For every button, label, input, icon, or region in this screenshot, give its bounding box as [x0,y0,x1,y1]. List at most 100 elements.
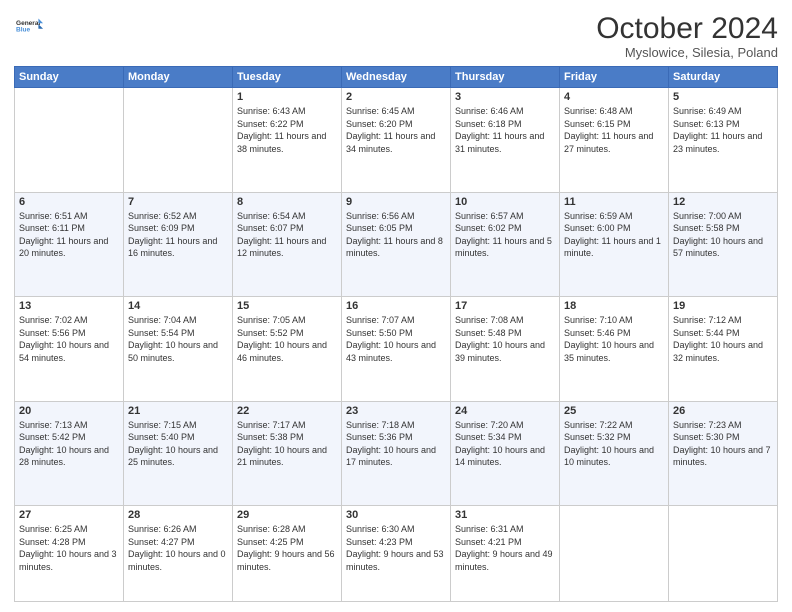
sunrise-text: Sunrise: 6:31 AM [455,523,555,536]
table-row: 25Sunrise: 7:22 AMSunset: 5:32 PMDayligh… [560,401,669,506]
table-row: 17Sunrise: 7:08 AMSunset: 5:48 PMDayligh… [451,297,560,402]
sunrise-text: Sunrise: 6:26 AM [128,523,228,536]
daylight-text: Daylight: 10 hours and 0 minutes. [128,548,228,573]
sunset-text: Sunset: 5:54 PM [128,327,228,340]
table-row: 27Sunrise: 6:25 AMSunset: 4:28 PMDayligh… [15,506,124,602]
sunset-text: Sunset: 5:36 PM [346,431,446,444]
sunrise-text: Sunrise: 6:28 AM [237,523,337,536]
day-number: 24 [455,405,555,417]
daylight-text: Daylight: 10 hours and 28 minutes. [19,444,119,469]
day-number: 11 [564,196,664,208]
day-number: 19 [673,300,773,312]
day-number: 31 [455,509,555,521]
table-row: 15 Sunrise: 7:05 AMSunset: 5:52 PMDayligh… [233,297,342,402]
table-row: 26Sunrise: 7:23 AMSunset: 5:30 PMDayligh… [669,401,778,506]
sunrise-text: Sunrise: 6:43 AM [237,105,337,118]
daylight-text: Daylight: 10 hours and 21 minutes. [237,444,337,469]
day-number: 17 [455,300,555,312]
sunset-text: Sunset: 4:21 PM [455,536,555,549]
day-number: 26 [673,405,773,417]
calendar-row: 6Sunrise: 6:51 AMSunset: 6:11 PMDaylight… [15,192,778,297]
day-number: 8 [237,196,337,208]
day-number: 1 [237,91,337,103]
sunrise-text: Sunrise: 7:05 AM [237,314,337,327]
sunset-text: Sunset: 5:46 PM [564,327,664,340]
daylight-text: Daylight: 11 hours and 8 minutes. [346,235,446,260]
header-thursday: Thursday [451,67,560,88]
table-row: 7Sunrise: 6:52 AMSunset: 6:09 PMDaylight… [124,192,233,297]
table-row: 3Sunrise: 6:46 AMSunset: 6:18 PMDaylight… [451,88,560,193]
day-number: 4 [564,91,664,103]
day-number: 30 [346,509,446,521]
table-row: 12Sunrise: 7:00 AMSunset: 5:58 PMDayligh… [669,192,778,297]
day-number: 12 [673,196,773,208]
svg-text:Blue: Blue [16,27,30,34]
daylight-text: Daylight: 10 hours and 46 minutes. [237,339,337,364]
daylight-text: Daylight: 9 hours and 53 minutes. [346,548,446,573]
sunrise-text: Sunrise: 6:57 AM [455,210,555,223]
sunrise-text: Sunrise: 6:46 AM [455,105,555,118]
day-number: 6 [19,196,119,208]
daylight-text: Daylight: 11 hours and 16 minutes. [128,235,228,260]
sunset-text: Sunset: 6:09 PM [128,222,228,235]
day-number: 5 [673,91,773,103]
sunset-text: Sunset: 5:52 PM [237,327,337,340]
sunset-text: Sunset: 6:15 PM [564,118,664,131]
table-row: 29Sunrise: 6:28 AMSunset: 4:25 PMDayligh… [233,506,342,602]
sunset-text: Sunset: 5:42 PM [19,431,119,444]
header-saturday: Saturday [669,67,778,88]
table-row: 16Sunrise: 7:07 AMSunset: 5:50 PMDayligh… [342,297,451,402]
sunrise-text: Sunrise: 7:15 AM [128,419,228,432]
sunset-text: Sunset: 6:07 PM [237,222,337,235]
table-row: 31Sunrise: 6:31 AMSunset: 4:21 PMDayligh… [451,506,560,602]
sunset-text: Sunset: 5:32 PM [564,431,664,444]
day-number: 15 [237,300,337,312]
table-row: 6Sunrise: 6:51 AMSunset: 6:11 PMDaylight… [15,192,124,297]
daylight-text: Daylight: 10 hours and 17 minutes. [346,444,446,469]
daylight-text: Daylight: 10 hours and 3 minutes. [19,548,119,573]
header-friday: Friday [560,67,669,88]
daylight-text: Daylight: 11 hours and 31 minutes. [455,130,555,155]
sunrise-text: Sunrise: 6:56 AM [346,210,446,223]
title-block: October 2024 Myslowice, Silesia, Poland [596,12,778,60]
daylight-text: Daylight: 11 hours and 23 minutes. [673,130,773,155]
daylight-text: Daylight: 10 hours and 57 minutes. [673,235,773,260]
sunset-text: Sunset: 5:38 PM [237,431,337,444]
table-row: 22Sunrise: 7:17 AMSunset: 5:38 PMDayligh… [233,401,342,506]
weekday-header-row: Sunday Monday Tuesday Wednesday Thursday… [15,67,778,88]
daylight-text: Daylight: 10 hours and 43 minutes. [346,339,446,364]
logo-icon: GeneralBlue [16,12,44,40]
table-row: 24Sunrise: 7:20 AMSunset: 5:34 PMDayligh… [451,401,560,506]
table-row: 8Sunrise: 6:54 AMSunset: 6:07 PMDaylight… [233,192,342,297]
day-number: 23 [346,405,446,417]
calendar-row: 13Sunrise: 7:02 AMSunset: 5:56 PMDayligh… [15,297,778,402]
header-sunday: Sunday [15,67,124,88]
sunrise-text: Sunrise: 7:18 AM [346,419,446,432]
calendar-subtitle: Myslowice, Silesia, Poland [596,45,778,60]
table-row: 19Sunrise: 7:12 AMSunset: 5:44 PMDayligh… [669,297,778,402]
sunrise-text: Sunrise: 6:30 AM [346,523,446,536]
daylight-text: Daylight: 10 hours and 10 minutes. [564,444,664,469]
sunrise-text: Sunrise: 7:08 AM [455,314,555,327]
table-row: 14Sunrise: 7:04 AMSunset: 5:54 PMDayligh… [124,297,233,402]
sunset-text: Sunset: 6:13 PM [673,118,773,131]
sunrise-text: Sunrise: 7:04 AM [128,314,228,327]
day-number: 18 [564,300,664,312]
day-number: 29 [237,509,337,521]
daylight-text: Daylight: 10 hours and 14 minutes. [455,444,555,469]
sunset-text: Sunset: 5:44 PM [673,327,773,340]
sunset-text: Sunset: 4:25 PM [237,536,337,549]
sunrise-text: Sunrise: 7:23 AM [673,419,773,432]
sunset-text: Sunset: 6:00 PM [564,222,664,235]
sunrise-text: Sunrise: 6:59 AM [564,210,664,223]
sunrise-text: Sunrise: 6:45 AM [346,105,446,118]
day-number: 28 [128,509,228,521]
day-number: 27 [19,509,119,521]
table-row: 23 Sunrise: 7:18 AMSunset: 5:36 PMDayligh… [342,401,451,506]
sunset-text: Sunset: 6:18 PM [455,118,555,131]
calendar-row: 1Sunrise: 6:43 AMSunset: 6:22 PMDaylight… [15,88,778,193]
sunset-text: Sunset: 4:28 PM [19,536,119,549]
daylight-text: Daylight: 10 hours and 50 minutes. [128,339,228,364]
sunrise-text: Sunrise: 7:17 AM [237,419,337,432]
sunset-text: Sunset: 5:34 PM [455,431,555,444]
